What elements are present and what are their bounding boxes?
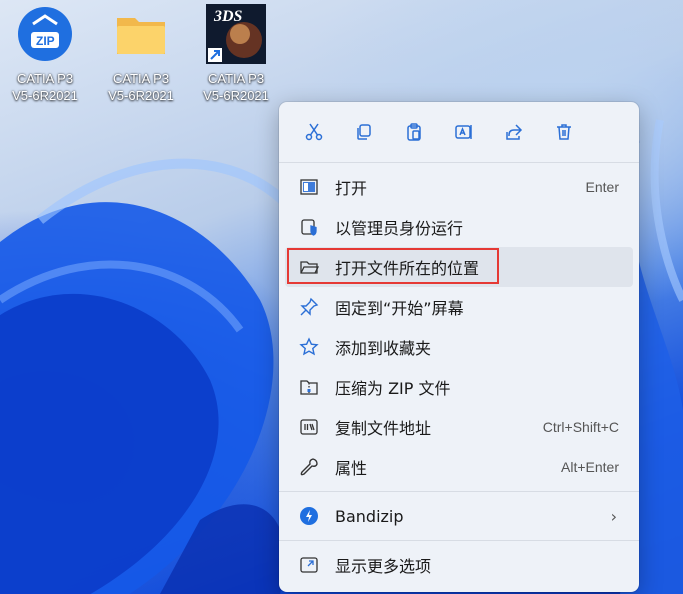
desktop-icon-zip[interactable]: ZIP CATIA P3 V5-6R2021 xyxy=(0,4,90,104)
menu-item-properties[interactable]: 属性 Alt+Enter xyxy=(285,447,633,487)
menu-item-compress-zip[interactable]: 压缩为 ZIP 文件 xyxy=(285,367,633,407)
menu-item-shortcut: Enter xyxy=(585,179,619,195)
menu-item-copy-as-path[interactable]: 复制文件地址 Ctrl+Shift+C xyxy=(285,407,633,447)
catia-badge: 3DS xyxy=(214,8,243,25)
delete-button[interactable] xyxy=(539,112,589,152)
share-icon xyxy=(506,124,523,140)
desktop-icon-label: V5-6R2021 xyxy=(203,88,269,103)
folder-icon xyxy=(111,4,171,64)
open-icon xyxy=(297,175,321,199)
menu-item-shortcut: Ctrl+Shift+C xyxy=(542,419,619,435)
desktop-icon-catia[interactable]: 3DS CATIA P3 V5-6R2021 xyxy=(191,4,281,104)
more-options-icon xyxy=(297,553,321,577)
rename-button[interactable] xyxy=(439,112,489,152)
menu-item-label: Bandizip xyxy=(335,506,404,526)
desktop-icon-folder[interactable]: CATIA P3 V5-6R2021 xyxy=(96,4,186,104)
menu-items-extensions: Bandizip › xyxy=(279,492,639,540)
scissors-icon xyxy=(305,123,323,141)
menu-item-label: 固定到“开始”屏幕 xyxy=(335,299,464,318)
zip-archive-icon: ZIP xyxy=(15,4,75,64)
zip-folder-icon xyxy=(297,375,321,399)
menu-item-open-file-location[interactable]: 打开文件所在的位置 xyxy=(285,247,633,287)
trash-icon xyxy=(557,124,571,140)
pin-icon xyxy=(297,295,321,319)
menu-item-label: 添加到收藏夹 xyxy=(335,339,432,358)
copy-icon xyxy=(357,124,371,140)
menu-item-bandizip[interactable]: Bandizip › xyxy=(285,496,633,536)
share-button[interactable] xyxy=(489,112,539,152)
menu-items-more: 显示更多选项 xyxy=(279,541,639,589)
desktop-icon-label: CATIA P3 xyxy=(207,71,265,86)
menu-item-pin-to-start[interactable]: 固定到“开始”屏幕 xyxy=(285,287,633,327)
copy-path-icon xyxy=(297,415,321,439)
paste-icon xyxy=(407,123,421,141)
zip-badge: ZIP xyxy=(36,34,55,48)
catia-app-icon: 3DS xyxy=(206,4,266,64)
desktop-icon-label: CATIA P3 xyxy=(16,71,74,86)
menu-item-label: 打开 xyxy=(335,179,368,198)
menu-item-label: 以管理员身份运行 xyxy=(335,219,464,238)
menu-item-label: 属性 xyxy=(335,459,368,478)
desktop-icon-label: CATIA P3 xyxy=(112,71,170,86)
desktop-icon-label: V5-6R2021 xyxy=(12,88,78,103)
paste-button[interactable] xyxy=(389,112,439,152)
menu-item-shortcut: Alt+Enter xyxy=(561,459,619,475)
folder-icon xyxy=(297,255,321,279)
copy-button[interactable] xyxy=(339,112,389,152)
context-menu-toolbar xyxy=(279,102,639,162)
shield-icon xyxy=(297,215,321,239)
chevron-right-icon: › xyxy=(610,506,617,526)
context-menu: 打开 Enter 以管理员身份运行 打开文件所在的位置 固定到“开始”屏幕 添加… xyxy=(279,102,639,592)
menu-item-open[interactable]: 打开 Enter xyxy=(285,167,633,207)
menu-item-label: 显示更多选项 xyxy=(335,557,432,576)
menu-item-label: 压缩为 ZIP 文件 xyxy=(335,379,451,398)
star-icon xyxy=(297,335,321,359)
menu-item-show-more-options[interactable]: 显示更多选项 xyxy=(285,545,633,585)
menu-item-run-as-admin[interactable]: 以管理员身份运行 xyxy=(285,207,633,247)
desktop-icon-label: V5-6R2021 xyxy=(108,88,174,103)
menu-item-label: 打开文件所在的位置 xyxy=(335,259,480,278)
rename-icon xyxy=(455,125,472,139)
menu-item-label: 复制文件地址 xyxy=(335,419,432,438)
bandizip-icon xyxy=(297,504,321,528)
cut-button[interactable] xyxy=(289,112,339,152)
menu-item-add-to-favorites[interactable]: 添加到收藏夹 xyxy=(285,327,633,367)
menu-items: 打开 Enter 以管理员身份运行 打开文件所在的位置 固定到“开始”屏幕 添加… xyxy=(279,163,639,491)
wrench-icon xyxy=(297,455,321,479)
